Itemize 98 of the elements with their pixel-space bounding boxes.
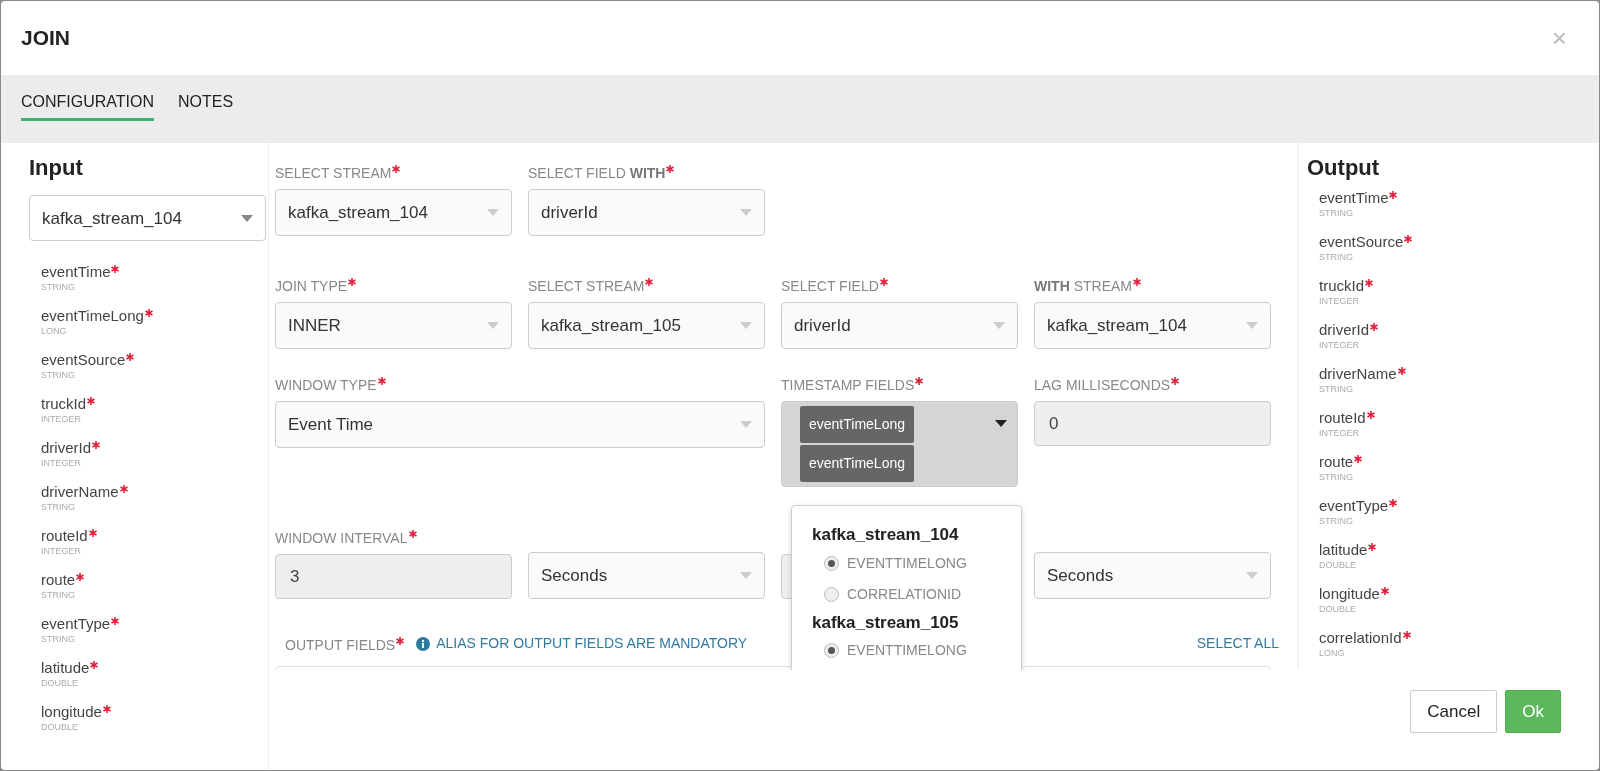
field-type: STRING	[1319, 471, 1354, 484]
field-name: eventSource	[41, 351, 268, 370]
caret-icon	[740, 572, 752, 579]
info-note: ALIAS FOR OUTPUT FIELDS ARE MANDATORY	[436, 634, 748, 653]
field-label: SELECT FIELD	[781, 278, 879, 294]
input-field[interactable]: 0	[1034, 401, 1271, 446]
radio-button[interactable]	[824, 555, 839, 571]
field-type: STRING	[41, 369, 76, 382]
select-field[interactable]: INNER	[275, 302, 512, 349]
field-name: latitude	[41, 659, 268, 678]
caret-icon	[487, 209, 499, 216]
field-type: DOUBLE	[41, 721, 79, 734]
field-name: truckId	[41, 395, 268, 414]
field-name: latitude	[1319, 541, 1599, 560]
field-label: TIMESTAMP FIELDS	[781, 377, 915, 393]
select-field[interactable]: driverId	[781, 302, 1018, 349]
cancel-button[interactable]: Cancel	[1410, 690, 1498, 733]
field-label: SELECT FIELD WITH	[528, 165, 666, 181]
field-name: routeId	[1319, 409, 1599, 428]
field-type: LONG	[1319, 647, 1346, 660]
field-name: eventType	[41, 615, 268, 634]
dialog-title: JOIN	[21, 25, 70, 51]
field-type: STRING	[41, 589, 76, 602]
field-name: eventType	[1319, 497, 1599, 516]
select-field[interactable]: kafka_stream_104	[275, 189, 512, 236]
select-field[interactable]: Event Time	[275, 401, 765, 448]
field-type: DOUBLE	[41, 677, 79, 690]
field-type: INTEGER	[1319, 295, 1360, 308]
caret-icon	[487, 322, 499, 329]
radio-button[interactable]	[824, 586, 839, 602]
radio-button[interactable]	[824, 643, 839, 658]
field-type: STRING	[1319, 515, 1354, 528]
caret-icon	[740, 209, 752, 216]
field-name: routeId	[41, 527, 268, 546]
field-name: eventSource	[1319, 233, 1599, 252]
field-name: eventTime	[1319, 189, 1599, 208]
multi-select-field[interactable]: eventTimeLong eventTimeLong	[781, 401, 1018, 487]
field-name: driverId	[41, 439, 268, 458]
tab[interactable]: NOTES	[178, 90, 234, 121]
field-label: LAG MILLISECONDS	[1034, 377, 1171, 393]
field-type: DOUBLE	[1319, 603, 1357, 616]
field-label: WINDOW TYPE	[275, 377, 377, 393]
tag: eventTimeLong	[800, 406, 914, 443]
caret-icon	[740, 421, 752, 428]
field-type: DOUBLE	[1319, 559, 1357, 572]
field-name: eventTimeLong	[41, 307, 268, 326]
field-name: correlationId	[1319, 629, 1599, 648]
stream-select[interactable]: kafka_stream_104	[29, 195, 266, 242]
field-name: route	[1319, 453, 1599, 472]
field-type: STRING	[41, 501, 76, 514]
input-field[interactable]: 3	[275, 554, 512, 599]
field-name: longitude	[41, 703, 268, 722]
field-type: LONG	[41, 325, 68, 338]
option-label[interactable]: EVENTTIMELONG	[847, 552, 967, 574]
field-label: WINDOW INTERVAL	[275, 530, 408, 546]
field-type: STRING	[41, 633, 76, 646]
field-type: STRING	[1319, 207, 1354, 220]
select-field[interactable]: kafka_stream_104	[1034, 302, 1271, 349]
info-icon	[416, 636, 431, 651]
group-heading: kafka_stream_104	[812, 524, 960, 546]
field-type: INTEGER	[1319, 427, 1360, 440]
field-type: INTEGER	[41, 413, 82, 426]
field-label: SELECT STREAM	[275, 165, 392, 181]
panel-heading: Output	[1307, 155, 1381, 182]
field-name: eventTime	[41, 263, 268, 282]
field-name: truckId	[1319, 277, 1599, 296]
caret-icon	[993, 322, 1005, 329]
field-label: OUTPUT FIELDS	[285, 636, 396, 653]
caret-icon	[1246, 322, 1258, 329]
select-all-link[interactable]: SELECT ALL	[1196, 633, 1279, 654]
caret-icon	[740, 322, 752, 329]
field-label: WITH STREAM	[1034, 278, 1132, 294]
field-type: STRING	[1319, 383, 1354, 396]
field-label: JOIN TYPE	[275, 278, 348, 294]
field-name: route	[41, 571, 268, 590]
panel-heading: Input	[29, 155, 84, 182]
select-field[interactable]: Seconds	[1034, 552, 1271, 599]
option-label[interactable]: EVENTTIMELONG	[847, 640, 967, 661]
field-type: INTEGER	[41, 457, 82, 470]
field-type: STRING	[41, 281, 76, 294]
tab[interactable]: CONFIGURATION	[21, 90, 155, 121]
field-name: driverName	[1319, 365, 1599, 384]
tag: eventTimeLong	[800, 445, 914, 482]
field-type: INTEGER	[1319, 339, 1360, 352]
caret-icon	[241, 214, 253, 222]
field-name: longitude	[1319, 585, 1599, 604]
option-label[interactable]: CORRELATIONID	[847, 583, 962, 605]
field-label: SELECT STREAM	[528, 278, 645, 294]
field-type: STRING	[1319, 251, 1354, 264]
field-type: INTEGER	[41, 545, 82, 558]
select-field[interactable]: kafka_stream_105	[528, 302, 765, 349]
caret-icon	[995, 420, 1007, 427]
select-field[interactable]: driverId	[528, 189, 765, 236]
field-name: driverId	[1319, 321, 1599, 340]
group-heading: kafka_stream_105	[812, 611, 960, 634]
field-name: driverName	[41, 483, 268, 502]
select-field[interactable]: Seconds	[528, 552, 765, 599]
caret-icon	[1246, 572, 1258, 579]
